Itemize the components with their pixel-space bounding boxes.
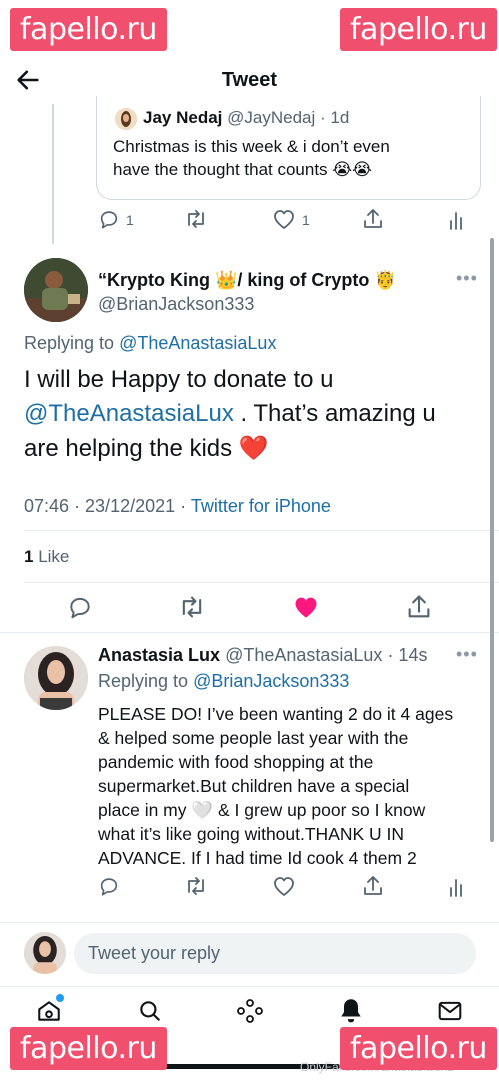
divider xyxy=(0,632,499,633)
reply-icon[interactable] xyxy=(98,208,120,230)
reply-author-name: Anastasia Lux xyxy=(98,645,221,665)
analytics-icon[interactable] xyxy=(448,210,464,230)
quoted-text-line2: have the thought that counts 😭😭 xyxy=(113,160,373,179)
reply-text-line: & helped some people last year with the xyxy=(98,728,409,748)
messages-icon[interactable] xyxy=(437,999,463,1023)
reply-text-line: place in my 🤍 & I grew up poor so I know xyxy=(98,800,426,820)
watermark-top-right: fapello.ru xyxy=(340,8,497,51)
quoted-time: · 1d xyxy=(320,108,350,127)
liked-heart-icon[interactable] xyxy=(292,594,320,620)
main-author-avatar[interactable] xyxy=(24,258,88,322)
divider xyxy=(24,582,499,583)
main-likes-label: Like xyxy=(33,547,70,566)
main-author-handle: @BrianJackson333 xyxy=(98,294,255,314)
notification-dot xyxy=(56,994,64,1002)
main-more-icon[interactable]: ••• xyxy=(456,268,478,289)
quoted-author-handle: @JayNedaj xyxy=(227,108,316,127)
reply-time: · 14s xyxy=(387,645,428,665)
reply-composer-placeholder: Tweet your reply xyxy=(88,943,221,963)
reply-author-handle: @TheAnastasiaLux xyxy=(225,645,383,665)
retweet-icon[interactable] xyxy=(184,875,208,897)
quoted-author-avatar xyxy=(115,108,137,130)
reply-text-line: ADVANCE. If I had time Id cook 4 them 2 xyxy=(98,848,417,868)
main-text-mention[interactable]: @TheAnastasiaLux xyxy=(24,400,234,427)
reply-icon[interactable] xyxy=(67,594,93,620)
search-icon[interactable] xyxy=(137,998,163,1024)
reply-text-line: supermarket.But children have a special xyxy=(98,776,410,796)
reply-text-line: what it’s like going without.THANK U IN xyxy=(98,824,405,844)
share-icon[interactable] xyxy=(362,874,384,898)
watermark-top-left: fapello.ru xyxy=(10,8,167,51)
divider xyxy=(0,922,499,923)
main-timestamp: 07:46 · 23/12/2021 · xyxy=(24,496,191,516)
main-replying-prefix: Replying to xyxy=(24,333,115,353)
analytics-icon[interactable] xyxy=(448,877,464,897)
like-icon[interactable] xyxy=(272,208,296,230)
main-likes[interactable]: 1 Like xyxy=(24,547,69,567)
divider xyxy=(24,530,499,531)
thread-line xyxy=(52,104,54,244)
reply-text: PLEASE DO! I’ve been wanting 2 do it 4 a… xyxy=(98,702,453,870)
main-text-line2-rest: . That’s amazing u xyxy=(233,400,436,427)
retweet-icon[interactable] xyxy=(178,594,206,620)
main-text-line3: are helping the kids ❤️ xyxy=(24,435,269,462)
reply-replying-to-link[interactable]: @BrianJackson333 xyxy=(193,671,349,691)
reply-replying-prefix: Replying to xyxy=(98,671,189,691)
watermark-bottom-right: fapello.ru xyxy=(340,1027,497,1070)
quoted-text-line1: Christmas is this week & i don’t even xyxy=(113,137,390,156)
main-text-line1: I will be Happy to donate to u xyxy=(24,366,334,393)
share-icon[interactable] xyxy=(406,593,432,621)
quoted-reply-count: 1 xyxy=(126,212,134,228)
reply-text-line: pandemic with food shopping at the xyxy=(98,752,374,772)
retweet-icon[interactable] xyxy=(184,208,208,230)
main-author-name: “Krypto King 👑/ king of Crypto 🤴 xyxy=(98,270,397,290)
main-source-link[interactable]: Twitter for iPhone xyxy=(191,496,331,516)
reply-icon[interactable] xyxy=(98,875,120,897)
composer-avatar xyxy=(24,932,66,974)
notifications-bell-icon[interactable] xyxy=(338,996,364,1024)
reply-author-avatar[interactable] xyxy=(24,646,88,710)
quoted-tweet-card[interactable]: Jay Nedaj @JayNedaj · 1d Christmas is th… xyxy=(96,96,481,200)
watermark-bottom-left: fapello.ru xyxy=(10,1027,167,1070)
like-icon[interactable] xyxy=(272,875,296,897)
scrollbar[interactable] xyxy=(490,238,494,842)
reply-text-line: PLEASE DO! I’ve been wanting 2 do it 4 a… xyxy=(98,704,454,724)
main-replying-to-link[interactable]: @TheAnastasiaLux xyxy=(119,333,276,353)
page-title: Tweet xyxy=(221,69,278,91)
reply-more-icon[interactable]: ••• xyxy=(456,644,478,665)
quoted-author-name: Jay Nedaj xyxy=(143,108,223,127)
reply-composer-input[interactable]: Tweet your reply xyxy=(74,933,476,974)
spaces-icon[interactable] xyxy=(236,998,264,1024)
quoted-like-count: 1 xyxy=(302,212,310,228)
divider xyxy=(0,986,499,987)
share-icon[interactable] xyxy=(362,207,384,231)
